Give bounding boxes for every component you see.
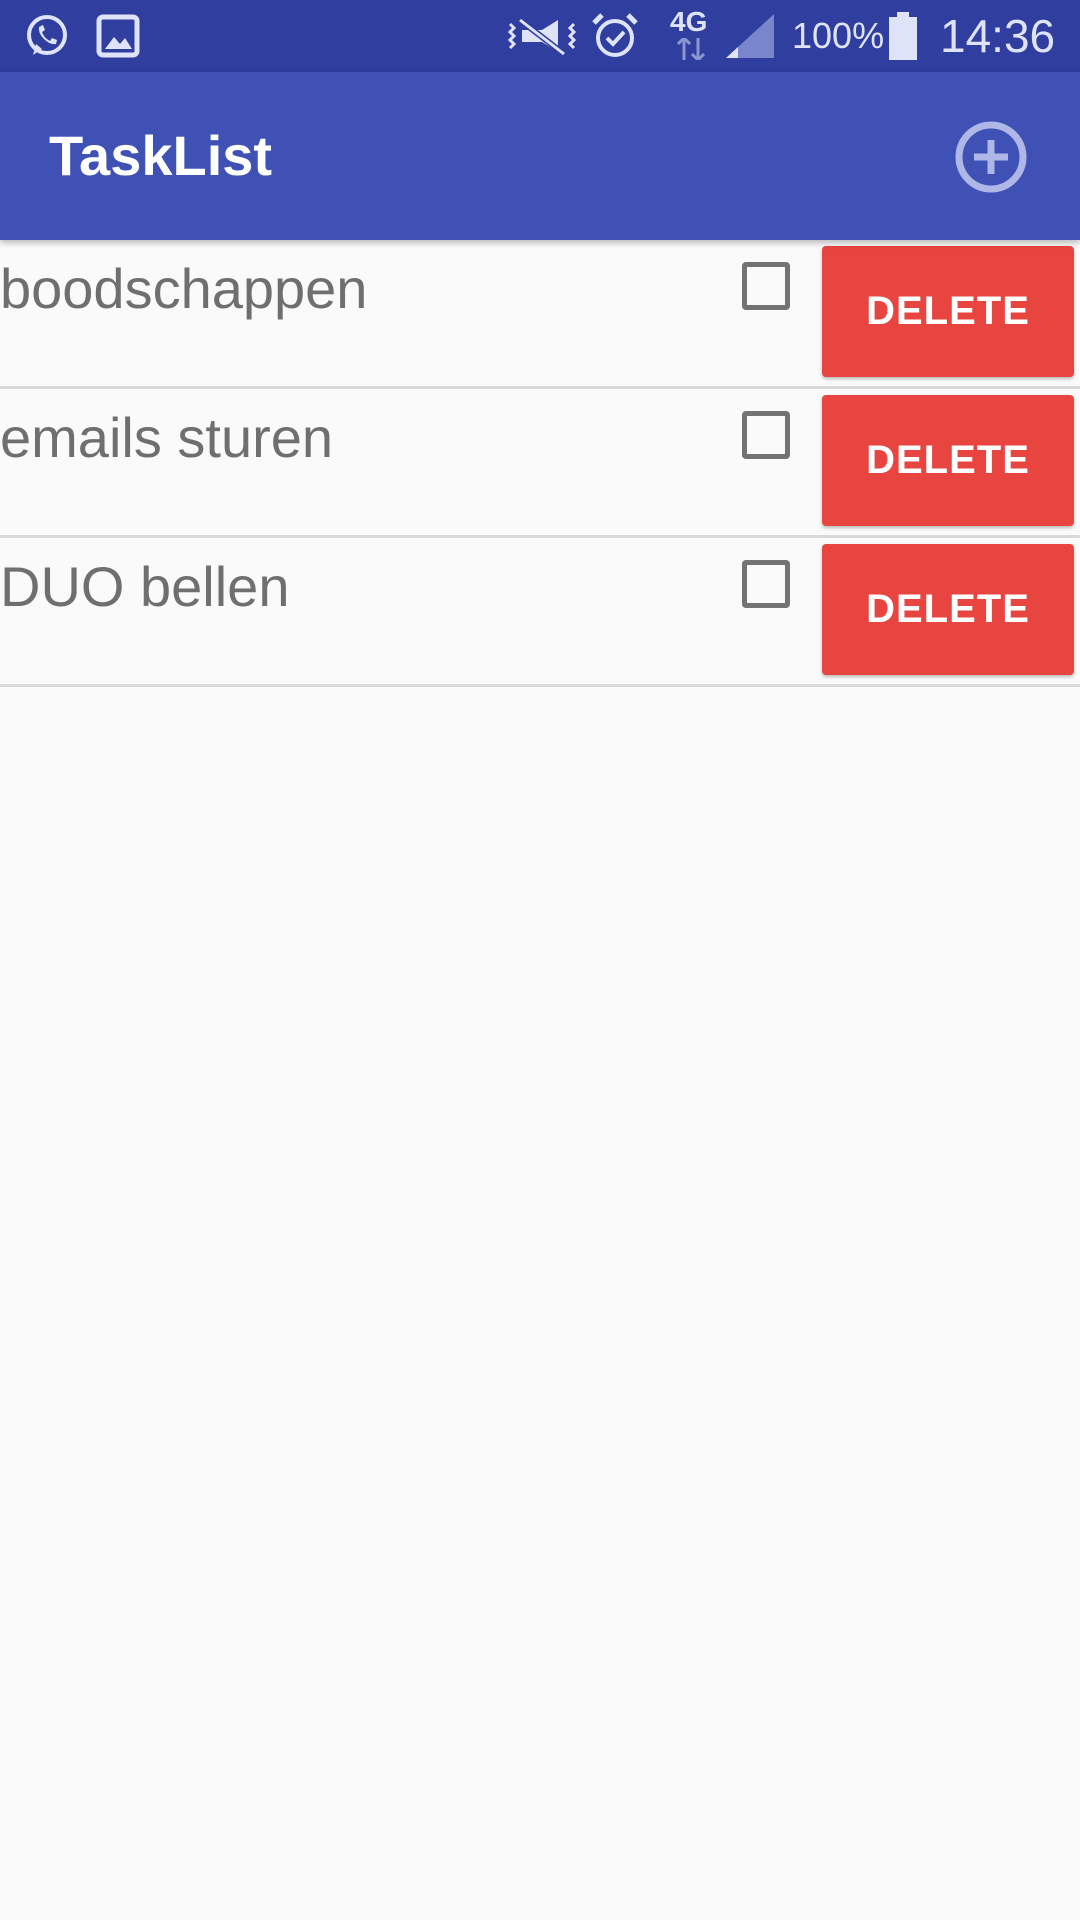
alarm-icon [590, 0, 640, 72]
task-label: emails sturen [0, 406, 334, 469]
app-title: TaskList [49, 124, 273, 187]
app-bar: TaskList [0, 72, 1080, 240]
vibrate-mute-icon [506, 0, 578, 72]
delete-button[interactable]: DELETE [822, 246, 1074, 377]
clock: 14:36 [940, 10, 1056, 62]
status-bar: 4G 100% 14:36 [0, 0, 1080, 72]
network-4g-icon [676, 36, 706, 62]
task-row: DUO bellen DELETE [0, 538, 1080, 687]
task-row: emails sturen DELETE [0, 389, 1080, 538]
delete-button[interactable]: DELETE [822, 395, 1074, 526]
task-checkbox[interactable] [742, 560, 790, 608]
signal-icon [724, 0, 776, 72]
delete-button[interactable]: DELETE [822, 544, 1074, 675]
battery-percent: 100% [792, 15, 885, 56]
task-checkbox[interactable] [742, 411, 790, 459]
whatsapp-icon [22, 0, 72, 72]
battery-icon [888, 0, 918, 72]
gallery-icon [96, 0, 140, 72]
task-checkbox[interactable] [742, 262, 790, 310]
add-task-button[interactable] [950, 116, 1032, 198]
task-list: boodschappen DELETE emails sturen DELETE… [0, 240, 1080, 687]
add-circle-icon [955, 121, 1027, 193]
task-label: DUO bellen [0, 555, 290, 618]
task-row: boodschappen DELETE [0, 240, 1080, 389]
task-label: boodschappen [0, 257, 368, 320]
